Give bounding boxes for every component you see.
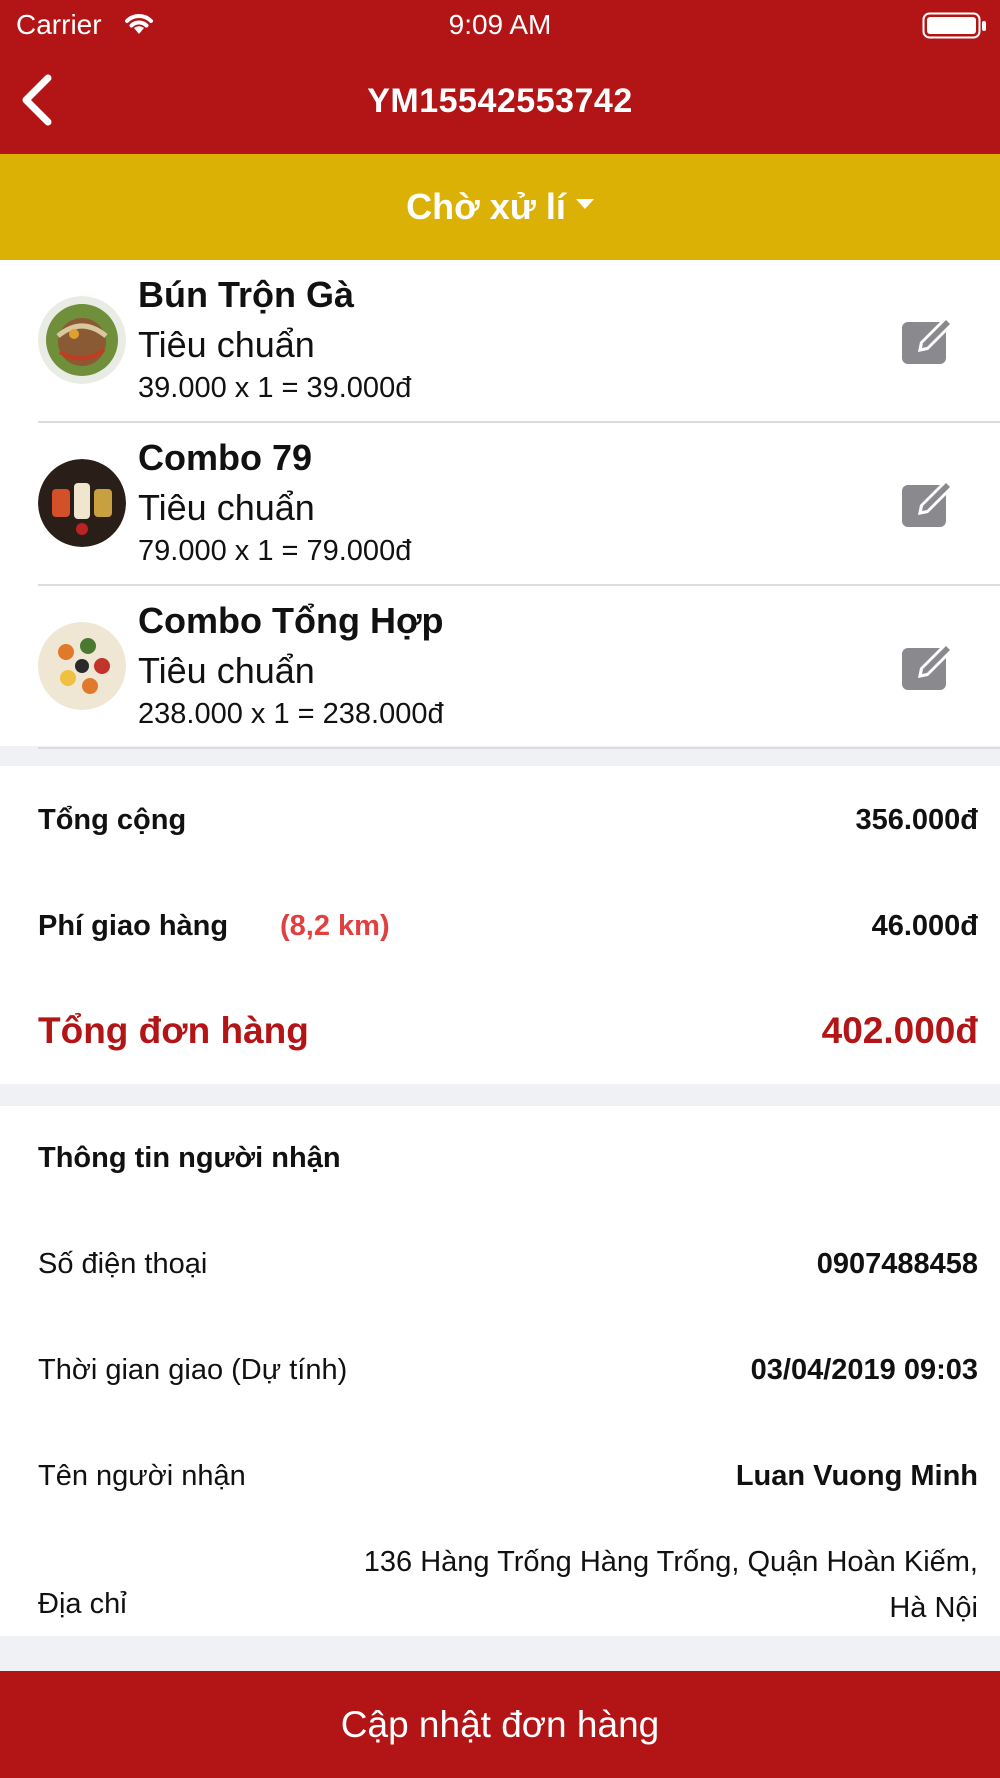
shipping-label: Phí giao hàng: [38, 910, 229, 942]
update-order-button[interactable]: Cập nhật đơn hàng: [0, 1671, 1000, 1778]
item-variant: Tiêu chuẩn: [138, 487, 315, 528]
edit-icon[interactable]: [900, 312, 960, 368]
divider: [38, 747, 1000, 749]
recipient-name-label: Tên người nhận: [38, 1460, 246, 1492]
phone-label: Số điện thoại: [38, 1248, 208, 1280]
status-bar: Carrier 9:09 AM: [0, 0, 1000, 50]
page-title: YM15542553742: [367, 82, 633, 120]
shipping-distance: (8,2 km): [280, 910, 390, 942]
food-thumbnail: [38, 296, 126, 384]
caret-down-icon: [575, 199, 594, 209]
address-line-1: 136 Hàng Trống Hàng Trống, Quận Hoàn Kiế…: [363, 1546, 978, 1578]
list-item: Bún Trộn Gà Tiêu chuẩn 39.000 x 1 = 39.0…: [0, 260, 1000, 423]
item-name: Bún Trộn Gà: [138, 274, 354, 315]
food-thumbnail: [38, 622, 126, 710]
item-price: 79.000 x 1 = 79.000đ: [138, 535, 412, 567]
order-totals: Tổng cộng 356.000đ Phí giao hàng (8,2 km…: [0, 766, 1000, 1084]
battery-icon: [922, 12, 988, 47]
item-variant: Tiêu chuẩn: [138, 324, 315, 365]
delivery-time-value: 03/04/2019 09:03: [750, 1354, 978, 1386]
item-name: Combo Tổng Hợp: [138, 600, 444, 641]
nav-bar: YM15542553742: [0, 50, 1000, 154]
phone-value: 0907488458: [816, 1248, 978, 1280]
update-order-label: Cập nhật đơn hàng: [340, 1703, 660, 1745]
item-price: 238.000 x 1 = 238.000đ: [138, 698, 444, 730]
grand-total-value: 402.000đ: [821, 1010, 978, 1051]
order-status-label: Chờ xử lí: [406, 186, 566, 227]
delivery-time-label: Thời gian giao (Dự tính): [38, 1354, 348, 1386]
order-items-list: Bún Trộn Gà Tiêu chuẩn 39.000 x 1 = 39.0…: [0, 260, 1000, 749]
order-status-dropdown[interactable]: Chờ xử lí: [0, 154, 1000, 260]
shipping-value: 46.000đ: [871, 910, 978, 942]
subtotal-label: Tổng cộng: [38, 804, 187, 836]
edit-icon[interactable]: [900, 638, 960, 694]
edit-icon[interactable]: [900, 475, 960, 531]
recipient-name-value: Luan Vuong Minh: [735, 1460, 978, 1492]
subtotal-value: 356.000đ: [855, 804, 978, 836]
item-price: 39.000 x 1 = 39.000đ: [138, 372, 412, 404]
food-thumbnail: [38, 459, 126, 547]
list-item: Combo 79 Tiêu chuẩn 79.000 x 1 = 79.000đ: [0, 423, 1000, 586]
address-label: Địa chỉ: [38, 1588, 127, 1620]
item-variant: Tiêu chuẩn: [138, 650, 315, 691]
clock: 9:09 AM: [448, 9, 552, 40]
grand-total-label: Tổng đơn hàng: [38, 1010, 309, 1051]
item-name: Combo 79: [138, 437, 313, 478]
section-title: Thông tin người nhận: [38, 1142, 341, 1174]
recipient-info: Thông tin người nhận Số điện thoại 09074…: [0, 1106, 1000, 1636]
address-line-2: Hà Nội: [889, 1592, 978, 1624]
list-item: Combo Tổng Hợp Tiêu chuẩn 238.000 x 1 = …: [0, 586, 1000, 749]
